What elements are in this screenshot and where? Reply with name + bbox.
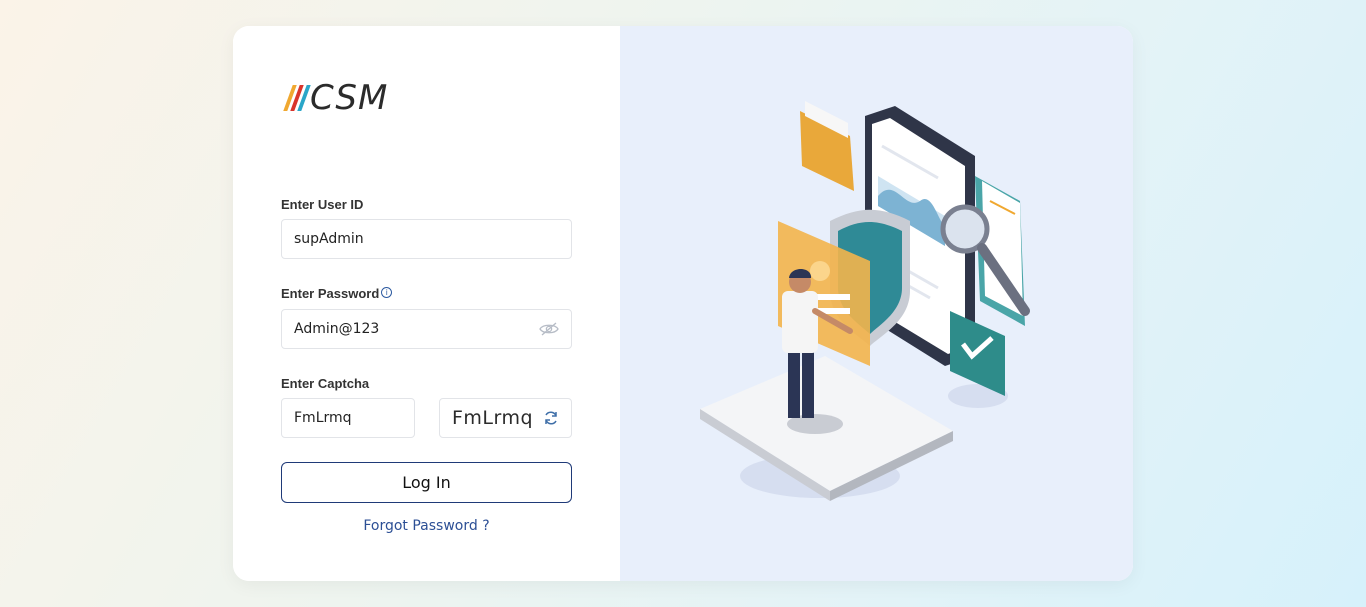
user-id-label: Enter User ID <box>281 197 364 212</box>
forgot-password-link[interactable]: Forgot Password ? <box>281 518 572 534</box>
user-id-value: supAdmin <box>294 231 364 247</box>
login-panel: CSM Enter User ID supAdmin Enter Passwor… <box>233 26 620 581</box>
password-input[interactable]: Admin@123 <box>281 309 572 349</box>
captcha-input[interactable]: FmLrmq <box>281 398 415 438</box>
password-label-row: Enter Password i <box>281 286 393 301</box>
password-label: Enter Password <box>281 286 380 301</box>
illustration-panel <box>620 26 1133 581</box>
refresh-icon[interactable] <box>543 410 559 430</box>
logo-bars <box>283 85 311 111</box>
password-value: Admin@123 <box>294 321 380 337</box>
user-id-input[interactable]: supAdmin <box>281 219 572 259</box>
login-card: CSM Enter User ID supAdmin Enter Passwor… <box>233 26 1133 581</box>
csm-logo: CSM <box>283 78 389 118</box>
captcha-value: FmLrmq <box>294 410 352 426</box>
captcha-image: FmLrmq <box>439 398 572 438</box>
captcha-label: Enter Captcha <box>281 376 370 391</box>
eye-off-icon[interactable] <box>539 321 559 341</box>
login-button[interactable]: Log In <box>281 462 572 503</box>
security-illustration <box>700 101 1030 501</box>
logo-text: CSM <box>310 78 389 118</box>
info-icon[interactable]: i <box>381 287 393 298</box>
captcha-image-text: FmLrmq <box>452 407 534 429</box>
